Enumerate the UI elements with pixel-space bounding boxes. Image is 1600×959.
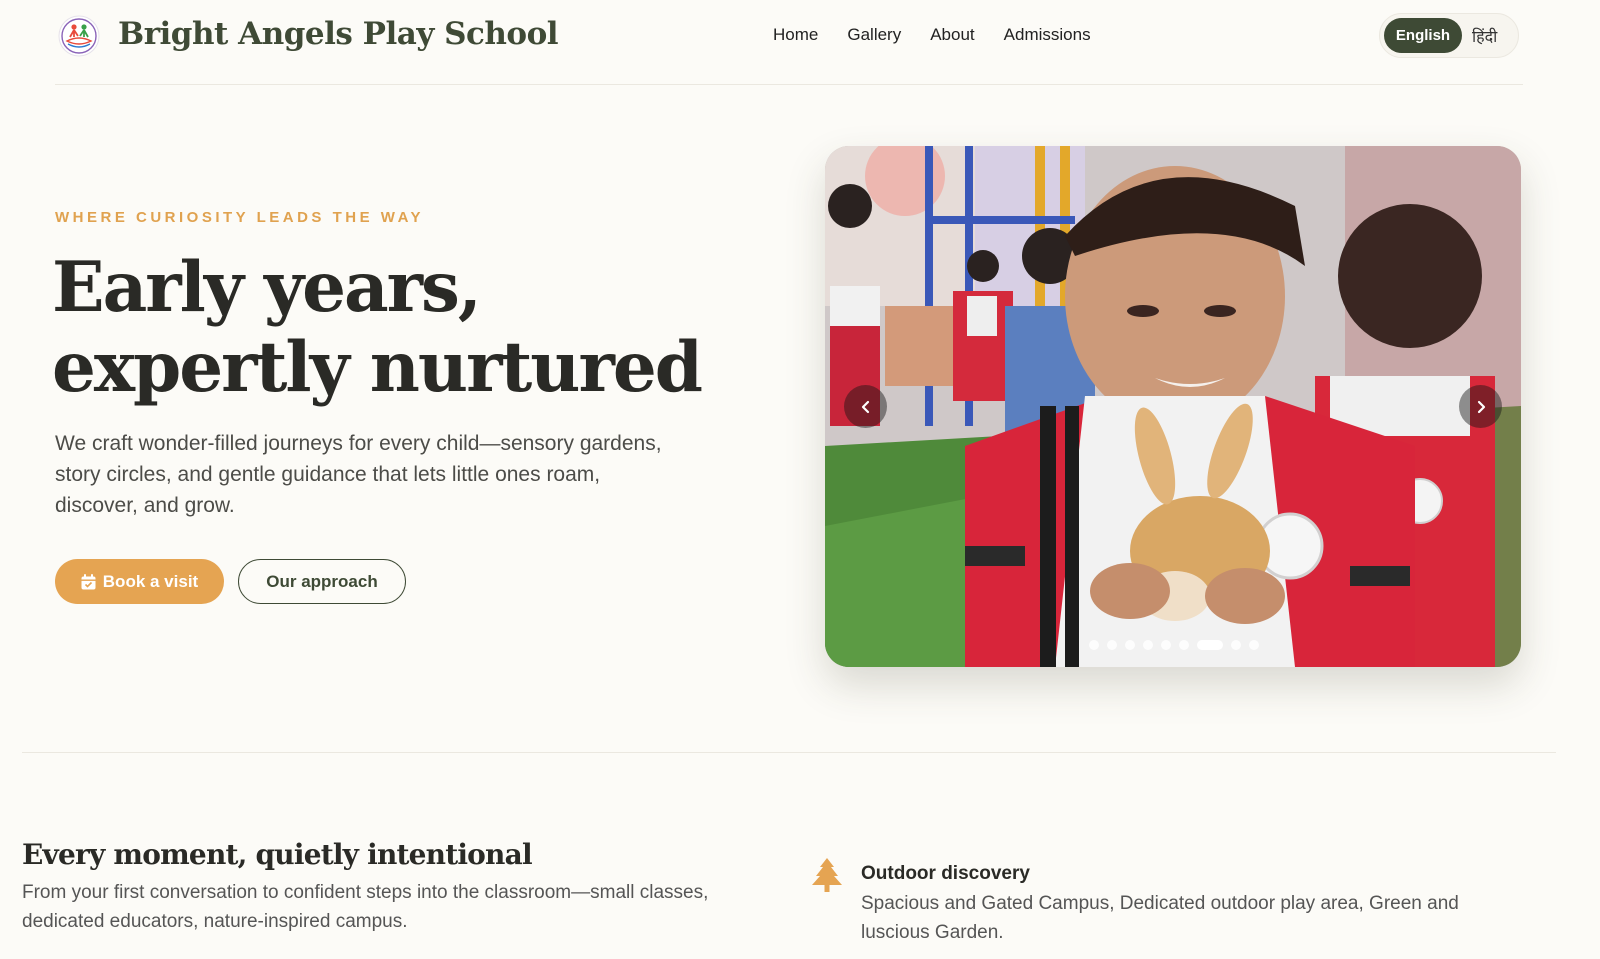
hero-carousel[interactable]: [825, 146, 1521, 667]
carousel-dot[interactable]: [1089, 640, 1099, 650]
site-header: Bright Angels Play School Home Gallery A…: [55, 0, 1523, 85]
carousel-dots: [1089, 640, 1259, 650]
carousel-dot[interactable]: [1161, 640, 1171, 650]
our-approach-button[interactable]: Our approach: [238, 559, 406, 604]
nav-about[interactable]: About: [930, 25, 974, 45]
carousel-dot[interactable]: [1179, 640, 1189, 650]
book-visit-label: Book a visit: [102, 571, 199, 591]
feature-title: Outdoor discovery: [861, 863, 1030, 884]
book-visit-button[interactable]: Book a visit: [55, 559, 224, 604]
chevron-right-icon: [1477, 400, 1485, 413]
hero-headline-line1: Early years,: [52, 247, 482, 328]
carousel-dot[interactable]: [1143, 640, 1153, 650]
nav-admissions[interactable]: Admissions: [1004, 25, 1091, 45]
hero-lead-text: We craft wonder-filled journeys for ever…: [55, 432, 662, 517]
carousel-dot[interactable]: [1249, 640, 1259, 650]
section-title: Every moment, quietly intentional: [22, 838, 533, 871]
section-divider: [22, 752, 1556, 753]
nav-gallery[interactable]: Gallery: [847, 25, 901, 45]
carousel-dot[interactable]: [1231, 640, 1241, 650]
carousel-prev-button[interactable]: [844, 385, 887, 428]
carousel-next-button[interactable]: [1459, 385, 1502, 428]
school-logo-icon[interactable]: [58, 15, 100, 57]
language-switcher: English हिंदी: [1379, 13, 1519, 58]
nav-home[interactable]: Home: [773, 25, 818, 45]
hero-eyebrow: WHERE CURIOSITY LEADS THE WAY: [55, 209, 425, 226]
calendar-icon: [81, 573, 96, 589]
carousel-dot[interactable]: [1107, 640, 1117, 650]
lang-english-button[interactable]: English: [1384, 18, 1462, 53]
feature-text: Spacious and Gated Campus, Dedicated out…: [861, 893, 1459, 943]
carousel-dot-active[interactable]: [1197, 640, 1223, 650]
main-nav: Home Gallery About Admissions: [773, 25, 1091, 45]
hero-headline-line2: expertly nurtured: [52, 327, 703, 408]
chevron-left-icon: [861, 400, 869, 413]
carousel-dot[interactable]: [1125, 640, 1135, 650]
brand-name[interactable]: Bright Angels Play School: [118, 16, 559, 52]
lang-hindi-button[interactable]: हिंदी: [1472, 25, 1497, 47]
section-text: From your first conversation to confiden…: [22, 882, 709, 932]
hero-headline: Early years, expertly nurtured: [52, 248, 752, 408]
tree-icon: [812, 858, 842, 892]
carousel-photo: [825, 146, 1521, 667]
